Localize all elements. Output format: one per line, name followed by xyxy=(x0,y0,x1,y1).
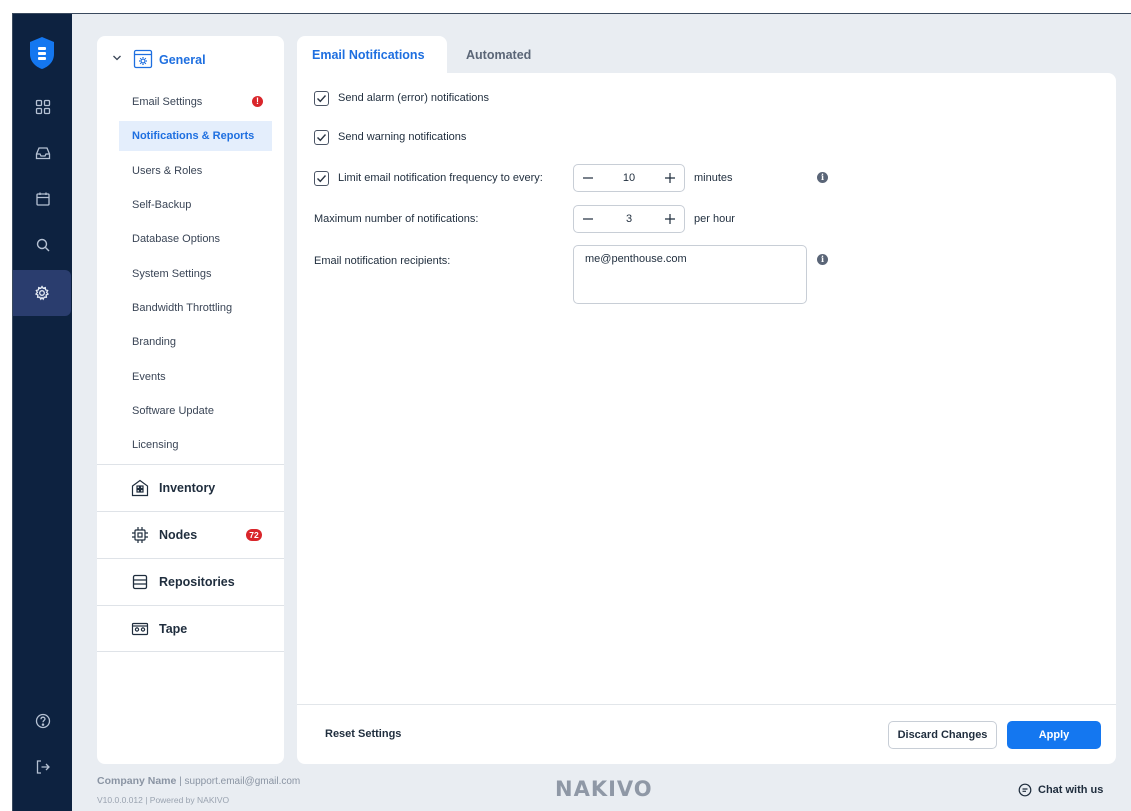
chat-label: Chat with us xyxy=(1038,784,1104,796)
chevron-down-icon xyxy=(112,52,122,66)
recipients-textarea[interactable]: me@penthouse.com xyxy=(573,245,807,304)
reset-settings-button[interactable]: Reset Settings xyxy=(325,728,401,740)
tab-automated-reports[interactable]: Automated Reports xyxy=(451,36,546,100)
sidebar-item-label: Notifications & Reports xyxy=(132,130,255,142)
sidebar-item-label: Self-Backup xyxy=(132,199,192,211)
frequency-stepper: 10 xyxy=(573,164,685,192)
max-notifications-row: Maximum number of notifications: xyxy=(314,211,478,227)
sidebar-section-repositories[interactable]: Repositories xyxy=(97,558,284,605)
sidebar-item-users-roles[interactable]: Users & Roles xyxy=(119,156,272,186)
company-info: Company Name | support.email@gmail.com xyxy=(97,775,300,787)
repository-icon xyxy=(131,573,149,594)
chat-icon xyxy=(1018,783,1032,797)
sidebar-item-notifications-reports[interactable]: Notifications & Reports xyxy=(119,121,272,151)
sidebar-item-label: Software Update xyxy=(132,405,214,417)
tape-icon xyxy=(131,620,149,641)
sidebar-item-software-update[interactable]: Software Update xyxy=(119,396,272,426)
max-notifications-label: Maximum number of notifications: xyxy=(314,213,479,225)
sidebar-item-label: System Settings xyxy=(132,268,212,280)
search-icon[interactable] xyxy=(13,222,72,268)
alarm-notifications-label: Send alarm (error) notifications xyxy=(338,92,490,104)
sidebar-item-email-settings[interactable]: Email Settings ! xyxy=(119,87,272,117)
help-icon[interactable] xyxy=(13,698,72,744)
support-email: | support.email@gmail.com xyxy=(179,776,301,787)
warning-notifications-row: Send warning notifications xyxy=(314,129,466,145)
version-info: V10.0.0.012 | Powered by NAKIVO xyxy=(97,795,230,805)
general-settings-icon xyxy=(133,49,153,72)
limit-frequency-label: Limit email notification frequency to ev… xyxy=(338,172,543,184)
calendar-icon[interactable] xyxy=(13,176,72,222)
recipients-label: Email notification recipients: xyxy=(314,255,451,267)
sidebar-item-label: Events xyxy=(132,371,166,383)
checkmark-icon xyxy=(317,94,327,102)
alarm-notifications-checkbox[interactable] xyxy=(314,90,329,106)
max-notifications-unit: per hour xyxy=(694,213,735,225)
warning-notifications-label: Send warning notifications xyxy=(338,131,467,143)
frequency-unit: minutes xyxy=(694,172,733,184)
sidebar-item-licensing[interactable]: Licensing xyxy=(119,430,272,460)
sidebar-item-self-backup[interactable]: Self-Backup xyxy=(119,190,272,220)
dashboard-icon[interactable] xyxy=(13,84,72,130)
sidebar-group-label: General xyxy=(159,53,206,67)
error-indicator-icon: ! xyxy=(252,96,263,107)
sidebar-item-database-options[interactable]: Database Options xyxy=(119,224,272,254)
decrement-button[interactable] xyxy=(580,170,596,186)
sidebar-item-events[interactable]: Events xyxy=(119,362,272,392)
decrement-button[interactable] xyxy=(580,211,596,227)
limit-frequency-checkbox[interactable] xyxy=(314,170,329,186)
sidebar-item-label: Email Settings xyxy=(132,96,203,108)
monitoring-icon[interactable] xyxy=(13,130,72,176)
increment-button[interactable] xyxy=(662,170,678,186)
increment-button[interactable] xyxy=(662,211,678,227)
limit-frequency-row: Limit email notification frequency to ev… xyxy=(314,170,543,186)
nodes-count-badge: 72 xyxy=(246,529,262,541)
sidebar-item-branding[interactable]: Branding xyxy=(119,327,272,357)
app-footer: Company Name | support.email@gmail.com V… xyxy=(97,773,1117,809)
logout-icon[interactable] xyxy=(13,744,72,790)
sidebar-section-tape[interactable]: Tape xyxy=(97,605,284,652)
checkmark-icon xyxy=(317,133,327,141)
sidebar-item-label: Branding xyxy=(132,336,177,348)
sidebar-section-nodes[interactable]: Nodes 72 xyxy=(97,511,284,558)
panel-footer: Reset Settings Discard Changes Apply xyxy=(297,704,1116,764)
alarm-notifications-row: Send alarm (error) notifications xyxy=(314,90,489,106)
settings-sidebar: General Email Settings ! Notifications &… xyxy=(97,36,284,764)
sidebar-section-label: Tape xyxy=(159,622,188,636)
recipients-row: Email notification recipients: xyxy=(314,253,450,269)
inventory-icon xyxy=(131,479,149,500)
max-notifications-value[interactable]: 3 xyxy=(626,213,632,225)
checkmark-icon xyxy=(317,174,327,182)
sidebar-item-bandwidth-throttling[interactable]: Bandwidth Throttling xyxy=(119,293,272,323)
sidebar-item-label: Bandwidth Throttling xyxy=(132,302,233,314)
warning-notifications-checkbox[interactable] xyxy=(314,129,329,145)
sidebar-item-label: Licensing xyxy=(132,439,179,451)
app-frame: General Email Settings ! Notifications &… xyxy=(12,13,1131,811)
company-name: Company Name xyxy=(97,775,177,787)
chat-with-us-button[interactable]: Chat with us xyxy=(1018,783,1103,797)
nav-rail xyxy=(13,14,72,811)
apply-button[interactable]: Apply xyxy=(1007,721,1101,749)
info-icon[interactable]: i xyxy=(817,172,828,183)
sidebar-group-general[interactable]: General xyxy=(97,36,284,84)
discard-changes-button[interactable]: Discard Changes xyxy=(888,721,997,749)
nakivo-logo-icon xyxy=(28,36,56,70)
sidebar-section-inventory[interactable]: Inventory xyxy=(97,464,284,511)
settings-icon[interactable] xyxy=(13,270,71,316)
sidebar-section-label: Inventory xyxy=(159,481,216,495)
frequency-value[interactable]: 10 xyxy=(623,172,635,184)
sidebar-item-label: Users & Roles xyxy=(132,165,203,177)
nodes-chip-icon xyxy=(131,526,149,547)
tab-email-notifications[interactable]: Email Notifications xyxy=(297,36,447,74)
sidebar-section-label: Repositories xyxy=(159,575,235,589)
sidebar-section-label: Nodes xyxy=(159,528,198,542)
nakivo-brand-logo: NAKIVO xyxy=(555,777,653,801)
sidebar-item-system-settings[interactable]: System Settings xyxy=(119,259,272,289)
sidebar-item-label: Database Options xyxy=(132,233,221,245)
max-notifications-stepper: 3 xyxy=(573,205,685,233)
info-icon[interactable]: i xyxy=(817,254,828,265)
notifications-panel: Send alarm (error) notifications Send wa… xyxy=(297,73,1116,764)
